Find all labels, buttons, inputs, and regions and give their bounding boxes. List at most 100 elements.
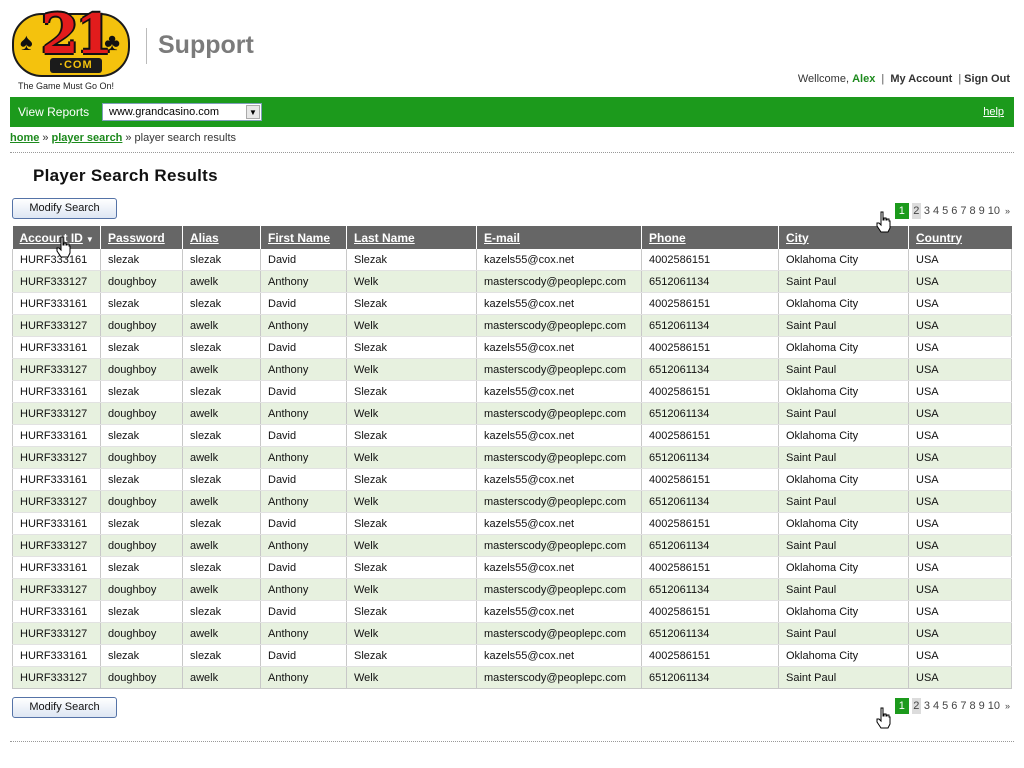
page-link[interactable]: 8 <box>969 698 975 714</box>
page-link[interactable]: 2 <box>911 698 921 714</box>
cell-last-name: Welk <box>346 622 477 645</box>
column-header-phone[interactable]: Phone <box>641 226 779 249</box>
cell-phone: 6512061134 <box>641 314 779 337</box>
column-header-alias[interactable]: Alias <box>182 226 261 249</box>
table-row[interactable]: HURF333127 doughboy awelk Anthony Welk master… <box>12 578 1012 601</box>
table-row[interactable]: HURF333127 doughboy awelk Anthony Welk master… <box>12 270 1012 293</box>
page-current: 1 <box>894 203 909 219</box>
cell-phone: 6512061134 <box>641 446 779 469</box>
cell-phone: 4002586151 <box>641 249 779 271</box>
next-page-link[interactable]: » <box>1005 698 1010 714</box>
table-row[interactable]: HURF333127 doughboy awelk Anthony Welk master… <box>12 446 1012 469</box>
cell-alias: awelk <box>182 358 261 381</box>
next-page-link[interactable]: » <box>1005 203 1010 219</box>
table-row[interactable]: HURF333127 doughboy awelk Anthony Welk master… <box>12 534 1012 557</box>
cell-country: USA <box>908 512 1012 535</box>
my-account-link[interactable]: My Account <box>890 73 952 85</box>
cell-password: doughboy <box>100 534 183 557</box>
page-link[interactable]: 9 <box>979 203 985 219</box>
cell-password: slezak <box>100 249 183 271</box>
cell-alias: slezak <box>182 556 261 579</box>
cell-city: Oklahoma City <box>778 556 909 579</box>
page-link[interactable]: 6 <box>951 203 957 219</box>
cell-last-name: Welk <box>346 446 477 469</box>
table-row[interactable]: HURF333127 doughboy awelk Anthony Welk master… <box>12 666 1012 689</box>
site-select[interactable]: www.grandcasino.com ▼ <box>102 103 262 121</box>
page-link[interactable]: 10 <box>988 698 1000 714</box>
page-link[interactable]: 10 <box>988 203 1000 219</box>
table-row[interactable]: HURF333127 doughboy awelk Anthony Welk master… <box>12 358 1012 381</box>
cell-email: masterscody@peoplepc.com <box>476 270 642 293</box>
cell-email: kazels55@cox.net <box>476 292 642 315</box>
page-link[interactable]: 6 <box>951 698 957 714</box>
breadcrumb-home[interactable]: home <box>10 132 39 144</box>
modify-search-button-top[interactable]: Modify Search <box>12 198 117 219</box>
table-row[interactable]: HURF333127 doughboy awelk Anthony Welk master… <box>12 314 1012 337</box>
table-row[interactable]: HURF333161 slezak slezak David Slezak kazels5… <box>12 556 1012 579</box>
column-header-email[interactable]: E-mail <box>476 226 642 249</box>
cell-phone: 4002586151 <box>641 336 779 359</box>
page-link[interactable]: 9 <box>979 698 985 714</box>
club-icon: ♣ <box>104 29 120 56</box>
cell-account-id: HURF333127 <box>12 578 101 601</box>
table-row[interactable]: HURF333127 doughboy awelk Anthony Welk master… <box>12 402 1012 425</box>
help-link[interactable]: help <box>983 106 1004 118</box>
cell-phone: 4002586151 <box>641 600 779 623</box>
cell-phone: 4002586151 <box>641 292 779 315</box>
page-current: 1 <box>894 698 909 714</box>
page-link[interactable]: 5 <box>942 203 948 219</box>
cell-email: masterscody@peoplepc.com <box>476 358 642 381</box>
chevron-down-icon[interactable]: ▼ <box>246 105 260 119</box>
cell-account-id: HURF333127 <box>12 270 101 293</box>
table-row[interactable]: HURF333161 slezak slezak David Slezak kazels5… <box>12 512 1012 535</box>
triangle-down-icon: ▼ <box>85 234 94 244</box>
cell-phone: 4002586151 <box>641 380 779 403</box>
column-header-last-name[interactable]: Last Name <box>346 226 477 249</box>
cell-email: kazels55@cox.net <box>476 468 642 491</box>
page-link[interactable]: 4 <box>933 203 939 219</box>
username: Alex <box>852 73 876 85</box>
page-link[interactable]: 4 <box>933 698 939 714</box>
table-row[interactable]: HURF333161 slezak slezak David Slezak kazels5… <box>12 644 1012 667</box>
breadcrumb-player-search[interactable]: player search <box>51 132 122 144</box>
table-row[interactable]: HURF333161 slezak slezak David Slezak kazels5… <box>12 468 1012 491</box>
page-link[interactable]: 3 <box>924 698 930 714</box>
cell-city: Oklahoma City <box>778 292 909 315</box>
cell-email: kazels55@cox.net <box>476 600 642 623</box>
modify-search-button-bottom[interactable]: Modify Search <box>12 697 117 718</box>
table-row[interactable]: HURF333161 slezak slezak David Slezak kazels5… <box>12 336 1012 359</box>
cell-account-id: HURF333127 <box>12 490 101 513</box>
cell-alias: slezak <box>182 600 261 623</box>
cell-account-id: HURF333161 <box>12 468 101 491</box>
page-link[interactable]: 7 <box>960 203 966 219</box>
table-row[interactable]: HURF333161 slezak slezak David Slezak kazels5… <box>12 292 1012 315</box>
table-row[interactable]: HURF333161 slezak slezak David Slezak kazels5… <box>12 380 1012 403</box>
cell-alias: awelk <box>182 578 261 601</box>
page-link[interactable]: 8 <box>969 203 975 219</box>
cell-email: kazels55@cox.net <box>476 336 642 359</box>
column-header-password[interactable]: Password <box>100 226 183 249</box>
page-link[interactable]: 7 <box>960 698 966 714</box>
table-row[interactable]: HURF333127 doughboy awelk Anthony Welk master… <box>12 622 1012 645</box>
cell-phone: 4002586151 <box>641 468 779 491</box>
cell-first-name: David <box>260 556 347 579</box>
logo-badge: ♠ 21 ♣ ·COM <box>12 7 130 77</box>
column-header-country[interactable]: Country <box>908 226 1012 249</box>
cell-last-name: Welk <box>346 270 477 293</box>
table-row[interactable]: HURF333161 slezak slezak David Slezak kazels5… <box>12 424 1012 447</box>
table-row[interactable]: HURF333161 slezak slezak David Slezak kazels5… <box>12 600 1012 623</box>
cell-phone: 6512061134 <box>641 270 779 293</box>
table-row[interactable]: HURF333127 doughboy awelk Anthony Welk master… <box>12 490 1012 513</box>
page-link[interactable]: 2 <box>911 203 921 219</box>
page-link[interactable]: 3 <box>924 203 930 219</box>
page-link[interactable]: 5 <box>942 698 948 714</box>
sign-out-link[interactable]: Sign Out <box>964 73 1010 85</box>
cell-country: USA <box>908 336 1012 359</box>
breadcrumb-current: player search results <box>134 132 237 144</box>
column-header-first-name[interactable]: First Name <box>260 226 347 249</box>
table-row[interactable]: HURF333161 slezak slezak David Slezak kazels5… <box>12 249 1012 271</box>
cell-last-name: Welk <box>346 578 477 601</box>
cell-first-name: David <box>260 468 347 491</box>
site-logo[interactable]: ♠ 21 ♣ ·COM The Game Must Go On! <box>12 7 132 95</box>
cell-phone: 4002586151 <box>641 644 779 667</box>
